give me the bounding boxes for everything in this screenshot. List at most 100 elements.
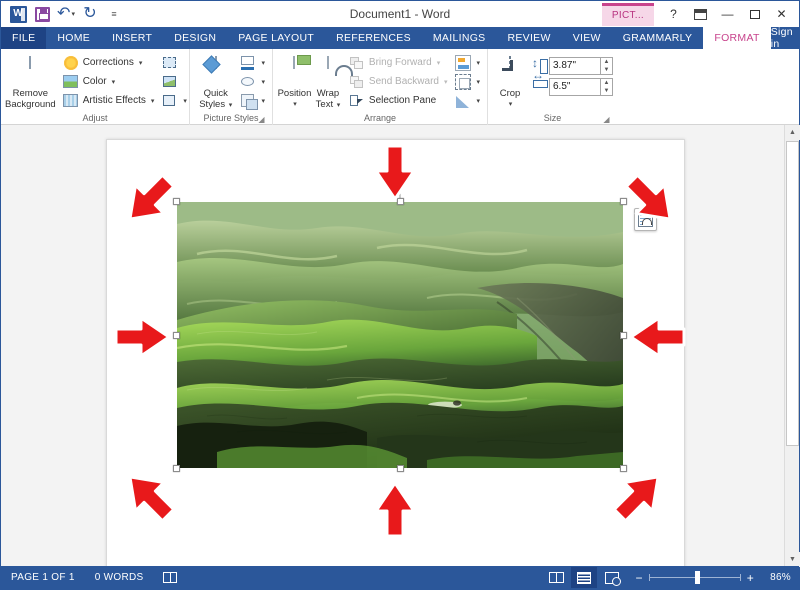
picture-layout-icon bbox=[240, 93, 259, 110]
scroll-down-button[interactable]: ▼ bbox=[785, 552, 800, 567]
wrap-text-label-2: Text ▾ bbox=[315, 99, 341, 110]
tab-references[interactable]: REFERENCES bbox=[325, 27, 422, 49]
ribbon-tabs: FILE HOME INSERT DESIGN PAGE LAYOUT REFE… bbox=[1, 26, 800, 50]
change-picture-icon bbox=[162, 74, 178, 90]
tab-grammarly[interactable]: GRAMMARLY bbox=[612, 27, 704, 49]
document-area[interactable] bbox=[1, 125, 799, 567]
crop-button[interactable]: Crop ▾ bbox=[492, 55, 528, 110]
quick-styles-label-1: Quick bbox=[203, 88, 228, 99]
view-web-layout-button[interactable] bbox=[599, 567, 625, 588]
shape-width-input[interactable] bbox=[549, 77, 601, 96]
scroll-up-button[interactable]: ▲ bbox=[785, 125, 800, 140]
tab-file[interactable]: FILE bbox=[1, 27, 47, 49]
group-label-picture-styles: Picture Styles ◢ bbox=[203, 113, 266, 124]
tab-view[interactable]: VIEW bbox=[562, 27, 612, 49]
tab-review[interactable]: REVIEW bbox=[496, 27, 561, 49]
zoom-slider[interactable]: − + bbox=[627, 571, 762, 584]
annotation-arrow-top-left bbox=[119, 169, 179, 231]
position-button[interactable]: Position ▾ bbox=[277, 55, 312, 110]
view-read-mode-button[interactable] bbox=[543, 567, 569, 588]
proofing-errors-icon[interactable] bbox=[153, 572, 187, 583]
reset-picture-button[interactable]: ▾ bbox=[159, 91, 190, 110]
bring-forward-icon bbox=[349, 55, 365, 71]
color-icon bbox=[62, 74, 79, 90]
picture-styles-dialog-launcher[interactable]: ◢ bbox=[257, 115, 266, 124]
tab-page-layout[interactable]: PAGE LAYOUT bbox=[227, 27, 325, 49]
maximize-restore-button[interactable] bbox=[741, 2, 768, 26]
tab-design[interactable]: DESIGN bbox=[163, 27, 227, 49]
quick-styles-button[interactable]: Quick Styles ▾ bbox=[194, 55, 237, 111]
scrollbar-thumb[interactable] bbox=[786, 141, 799, 446]
selected-picture[interactable] bbox=[173, 177, 657, 472]
title-bar: W ↶ ▾ ↻ ≡ Document1 - Word PICT... ? — ✕ bbox=[1, 1, 799, 27]
artistic-effects-icon bbox=[62, 93, 79, 109]
shape-height-input[interactable] bbox=[549, 56, 601, 75]
contextual-tab-label: PICT... bbox=[601, 2, 654, 26]
size-dialog-launcher[interactable]: ◢ bbox=[602, 115, 611, 124]
tab-format[interactable]: FORMAT bbox=[703, 27, 771, 49]
vertical-scrollbar[interactable]: ▲ ▼ bbox=[784, 125, 800, 567]
handle-middle-right[interactable] bbox=[620, 331, 627, 339]
zoom-slider-thumb[interactable] bbox=[694, 571, 700, 584]
group-objects-button[interactable]: ▾ bbox=[452, 72, 483, 91]
group-label-adjust: Adjust bbox=[82, 113, 108, 123]
annotation-arrow-bottom-left bbox=[119, 465, 179, 527]
ribbon-group-picture-styles: Quick Styles ▾ ▾ ▾ ▾ Picture Styles ◢ bbox=[189, 49, 272, 125]
ribbon-group-size: Crop ▾ ▲▼ ▲▼ Size bbox=[487, 49, 617, 125]
ribbon: Remove Background Corrections ▾ Color ▾ bbox=[1, 49, 799, 125]
minimize-button[interactable]: — bbox=[714, 2, 741, 26]
group-icon bbox=[455, 73, 472, 90]
quick-styles-label-2: Styles ▾ bbox=[199, 99, 233, 110]
selection-pane-label: Selection Pane bbox=[368, 95, 437, 106]
selection-pane-icon bbox=[349, 93, 365, 109]
signin-link[interactable]: Sign in bbox=[771, 26, 797, 50]
selection-pane-button[interactable]: Selection Pane bbox=[346, 91, 451, 110]
shape-width-field: ▲▼ bbox=[532, 77, 613, 96]
wrap-text-button[interactable]: Wrap Text ▾ bbox=[312, 55, 344, 111]
tab-mailings[interactable]: MAILINGS bbox=[422, 27, 497, 49]
zoom-out-button[interactable]: − bbox=[635, 572, 642, 584]
color-button[interactable]: Color ▾ bbox=[60, 72, 158, 91]
page-count-label[interactable]: PAGE 1 OF 1 bbox=[1, 572, 85, 583]
zoom-slider-track[interactable] bbox=[648, 571, 741, 584]
artistic-effects-button[interactable]: Artistic Effects ▾ bbox=[60, 91, 158, 110]
picture-border-button[interactable]: ▾ bbox=[237, 53, 268, 72]
shape-height-stepper[interactable]: ▲ ▼ bbox=[601, 56, 613, 75]
corrections-label: Corrections bbox=[82, 57, 134, 68]
tab-home[interactable]: HOME bbox=[46, 27, 101, 49]
corrections-button[interactable]: Corrections ▾ bbox=[60, 53, 158, 72]
width-icon bbox=[532, 79, 549, 95]
crop-label: Crop bbox=[499, 88, 521, 99]
handle-bottom-center[interactable] bbox=[396, 465, 404, 472]
tab-insert[interactable]: INSERT bbox=[101, 27, 163, 49]
send-backward-label: Send Backward bbox=[368, 76, 439, 87]
status-bar: PAGE 1 OF 1 0 WORDS − + 86% bbox=[1, 566, 799, 589]
picture-image[interactable] bbox=[177, 202, 623, 468]
send-backward-button[interactable]: Send Backward ▾ bbox=[346, 72, 451, 91]
compress-pictures-button[interactable] bbox=[159, 53, 190, 72]
rotate-objects-button[interactable]: ▾ bbox=[452, 91, 483, 110]
remove-background-button[interactable]: Remove Background bbox=[5, 55, 56, 110]
align-objects-button[interactable]: ▾ bbox=[452, 53, 483, 72]
annotation-arrow-middle-left bbox=[113, 315, 171, 359]
picture-layout-button[interactable]: ▾ bbox=[237, 91, 268, 110]
close-button[interactable]: ✕ bbox=[768, 2, 795, 26]
color-label: Color bbox=[82, 76, 107, 87]
view-print-layout-button[interactable] bbox=[571, 567, 598, 588]
bring-forward-button[interactable]: Bring Forward ▾ bbox=[346, 53, 451, 72]
picture-effects-button[interactable]: ▾ bbox=[237, 72, 268, 91]
signin-area: Sign in bbox=[771, 26, 800, 50]
compress-pictures-icon bbox=[162, 55, 178, 71]
annotation-arrow-top-right bbox=[621, 169, 681, 231]
change-picture-button[interactable] bbox=[159, 72, 190, 91]
zoom-in-button[interactable]: + bbox=[747, 572, 754, 584]
shape-width-stepper[interactable]: ▲ ▼ bbox=[601, 77, 613, 96]
zoom-level-label[interactable]: 86% bbox=[764, 572, 791, 583]
annotation-arrow-middle-right bbox=[629, 315, 687, 359]
help-icon[interactable]: ? bbox=[660, 2, 687, 26]
handle-middle-left[interactable] bbox=[173, 331, 180, 339]
annotation-arrow-bottom-right bbox=[609, 465, 669, 527]
word-count-label[interactable]: 0 WORDS bbox=[85, 572, 154, 583]
ribbon-display-options-icon[interactable] bbox=[687, 2, 714, 26]
ribbon-group-arrange: Position ▾ Wrap Text ▾ Bring Forward ▾ S… bbox=[272, 49, 487, 125]
